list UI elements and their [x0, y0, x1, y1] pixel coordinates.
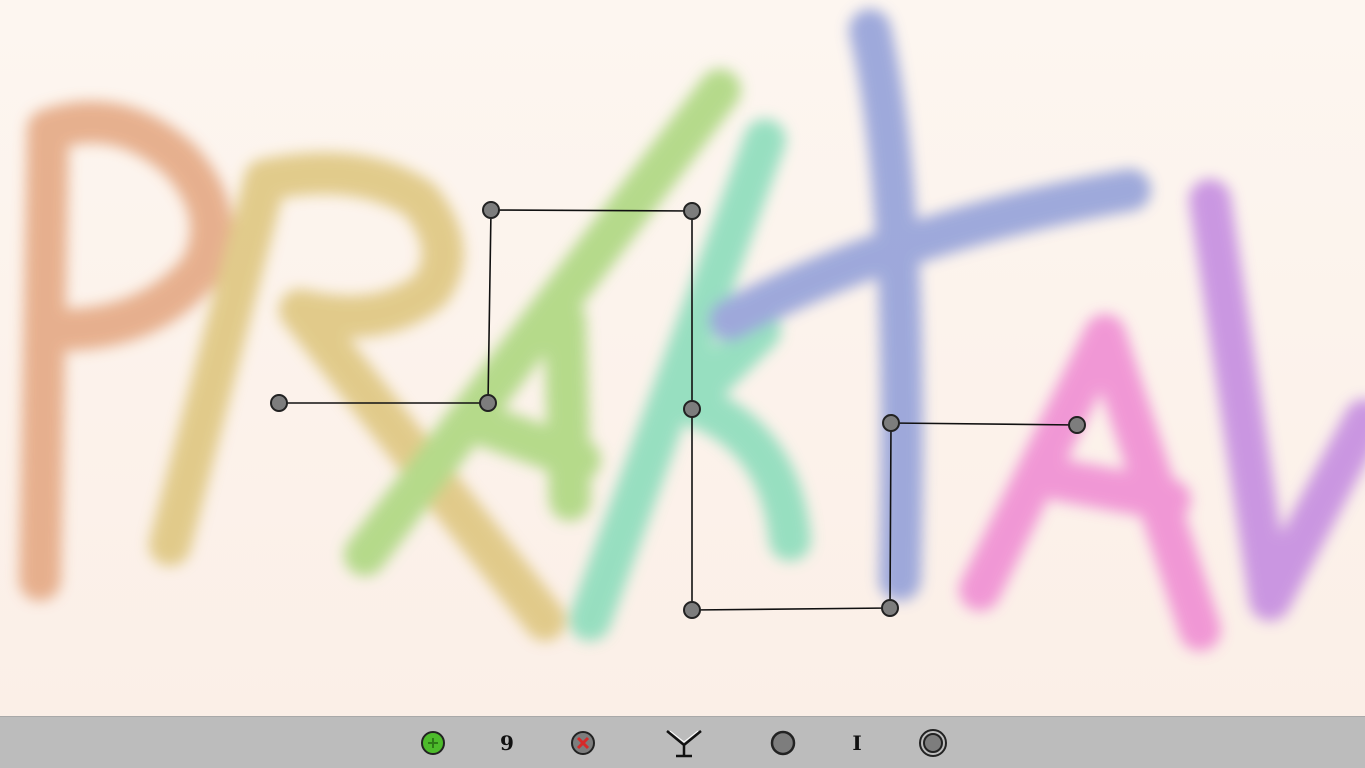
- node[interactable]: [683, 400, 701, 418]
- node-icon: [770, 730, 796, 756]
- node[interactable]: [881, 599, 899, 617]
- remove-icon: [571, 731, 595, 755]
- target-icon: [919, 729, 947, 757]
- counter-text: 9: [500, 731, 514, 755]
- move-counter: 9: [494, 730, 520, 756]
- node[interactable]: [683, 601, 701, 619]
- node-tool-button[interactable]: [770, 730, 796, 756]
- bottom-toolbar: 9 I: [0, 716, 1365, 768]
- target-button[interactable]: [918, 729, 948, 757]
- board-svg: [0, 0, 1365, 716]
- branch-tool-button[interactable]: [664, 730, 704, 758]
- node[interactable]: [270, 394, 288, 412]
- game-canvas[interactable]: [0, 0, 1365, 716]
- node[interactable]: [882, 414, 900, 432]
- node[interactable]: [479, 394, 497, 412]
- node[interactable]: [482, 201, 500, 219]
- level-text: I: [852, 731, 862, 755]
- node[interactable]: [683, 202, 701, 220]
- branch-icon: [666, 730, 702, 758]
- add-icon: [421, 731, 445, 755]
- node[interactable]: [1068, 416, 1086, 434]
- remove-button[interactable]: [570, 730, 596, 756]
- level-indicator: I: [844, 730, 870, 756]
- add-button[interactable]: [420, 730, 446, 756]
